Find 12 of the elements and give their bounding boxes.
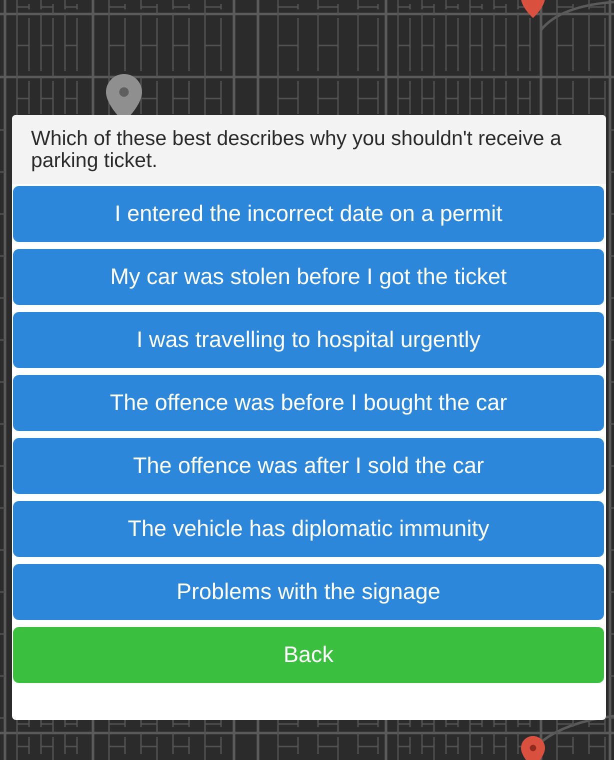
map-pin-icon bbox=[521, 736, 545, 760]
option-button[interactable]: My car was stolen before I got the ticket bbox=[13, 249, 604, 305]
back-button[interactable]: Back bbox=[13, 627, 604, 683]
option-button[interactable]: The offence was after I sold the car bbox=[13, 438, 604, 494]
option-button[interactable]: I entered the incorrect date on a permit bbox=[13, 186, 604, 242]
question-text: Which of these best describes why you shouldn't receive a parking ticket. bbox=[31, 128, 562, 172]
option-button[interactable]: The vehicle has diplomatic immunity bbox=[13, 501, 604, 557]
map-pin-icon bbox=[106, 74, 142, 115]
option-button[interactable]: I was travelling to hospital urgently bbox=[13, 312, 604, 368]
map-pin-icon bbox=[521, 0, 545, 18]
option-button[interactable]: Problems with the signage bbox=[13, 564, 604, 620]
option-button[interactable]: The offence was before I bought the car bbox=[13, 375, 604, 431]
